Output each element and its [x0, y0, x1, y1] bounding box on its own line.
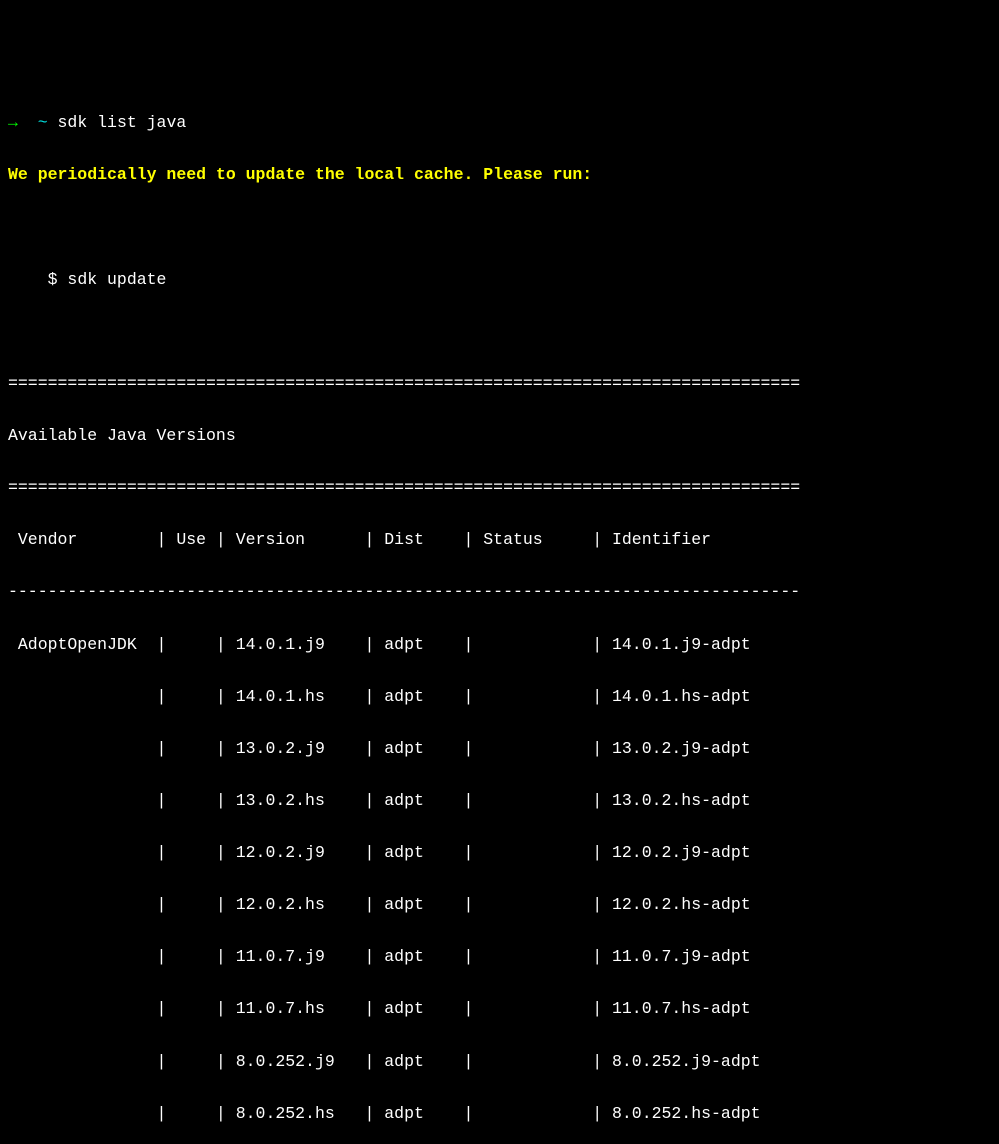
table-row: | | 11.0.7.hs | adpt | | 11.0.7.hs-adpt	[8, 996, 991, 1022]
prompt-line[interactable]: → ~ sdk list java	[8, 110, 991, 136]
prompt-command: sdk list java	[58, 113, 187, 132]
warning-message: We periodically need to update the local…	[8, 162, 991, 188]
table-row: AdoptOpenJDK | | 14.0.1.j9 | adpt | | 14…	[8, 632, 991, 658]
table-row: | | 13.0.2.j9 | adpt | | 13.0.2.j9-adpt	[8, 736, 991, 762]
prompt-tilde: ~	[38, 113, 48, 132]
table-row: | | 8.0.252.j9 | adpt | | 8.0.252.j9-adp…	[8, 1049, 991, 1075]
table-row: | | 12.0.2.hs | adpt | | 12.0.2.hs-adpt	[8, 892, 991, 918]
blank-line	[8, 319, 991, 345]
blank-line	[8, 215, 991, 241]
table-header: Vendor | Use | Version | Dist | Status |…	[8, 527, 991, 553]
table-title: Available Java Versions	[8, 423, 991, 449]
divider-mid: ========================================…	[8, 475, 991, 501]
update-cmd-prefix: $	[8, 270, 67, 289]
update-cmd: sdk update	[67, 270, 166, 289]
update-command-line: $ sdk update	[8, 267, 991, 293]
prompt-arrow-icon: →	[8, 113, 18, 132]
table-row: | | 13.0.2.hs | adpt | | 13.0.2.hs-adpt	[8, 788, 991, 814]
table-row: | | 8.0.252.hs | adpt | | 8.0.252.hs-adp…	[8, 1101, 991, 1127]
table-row: | | 14.0.1.hs | adpt | | 14.0.1.hs-adpt	[8, 684, 991, 710]
table-row: | | 12.0.2.j9 | adpt | | 12.0.2.j9-adpt	[8, 840, 991, 866]
divider-top: ========================================…	[8, 371, 991, 397]
table-row: | | 11.0.7.j9 | adpt | | 11.0.7.j9-adpt	[8, 944, 991, 970]
divider-dash: ----------------------------------------…	[8, 579, 991, 605]
